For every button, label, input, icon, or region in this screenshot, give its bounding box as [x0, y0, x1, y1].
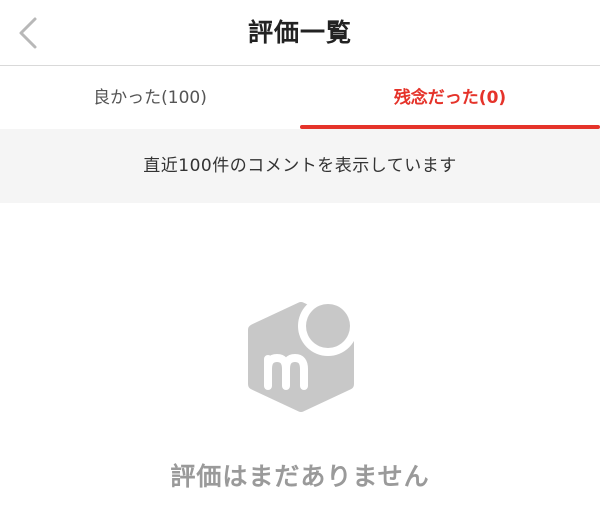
empty-message: 評価はまだありません: [170, 462, 430, 491]
tab-disappointing-label: 残念だった(0): [393, 88, 507, 108]
empty-state: 評価はまだありません: [0, 203, 600, 522]
tab-good[interactable]: 良かった(100): [0, 66, 300, 129]
tab-good-label: 良かった(100): [93, 88, 207, 108]
tab-disappointing[interactable]: 残念だった(0): [300, 66, 600, 129]
navigation-bar: 評価一覧: [0, 0, 600, 66]
mercari-box-logo-icon: [248, 296, 358, 412]
banner-text: 直近100件のコメントを表示しています: [143, 156, 457, 176]
evaluation-list-screen: 評価一覧 良かった(100) 残念だった(0) 直近100件のコメントを表示して…: [0, 0, 600, 522]
page-title: 評価一覧: [247, 18, 352, 47]
rating-tab-bar: 良かった(100) 残念だった(0): [0, 66, 600, 129]
comment-info-banner: 直近100件のコメントを表示しています: [0, 129, 600, 203]
